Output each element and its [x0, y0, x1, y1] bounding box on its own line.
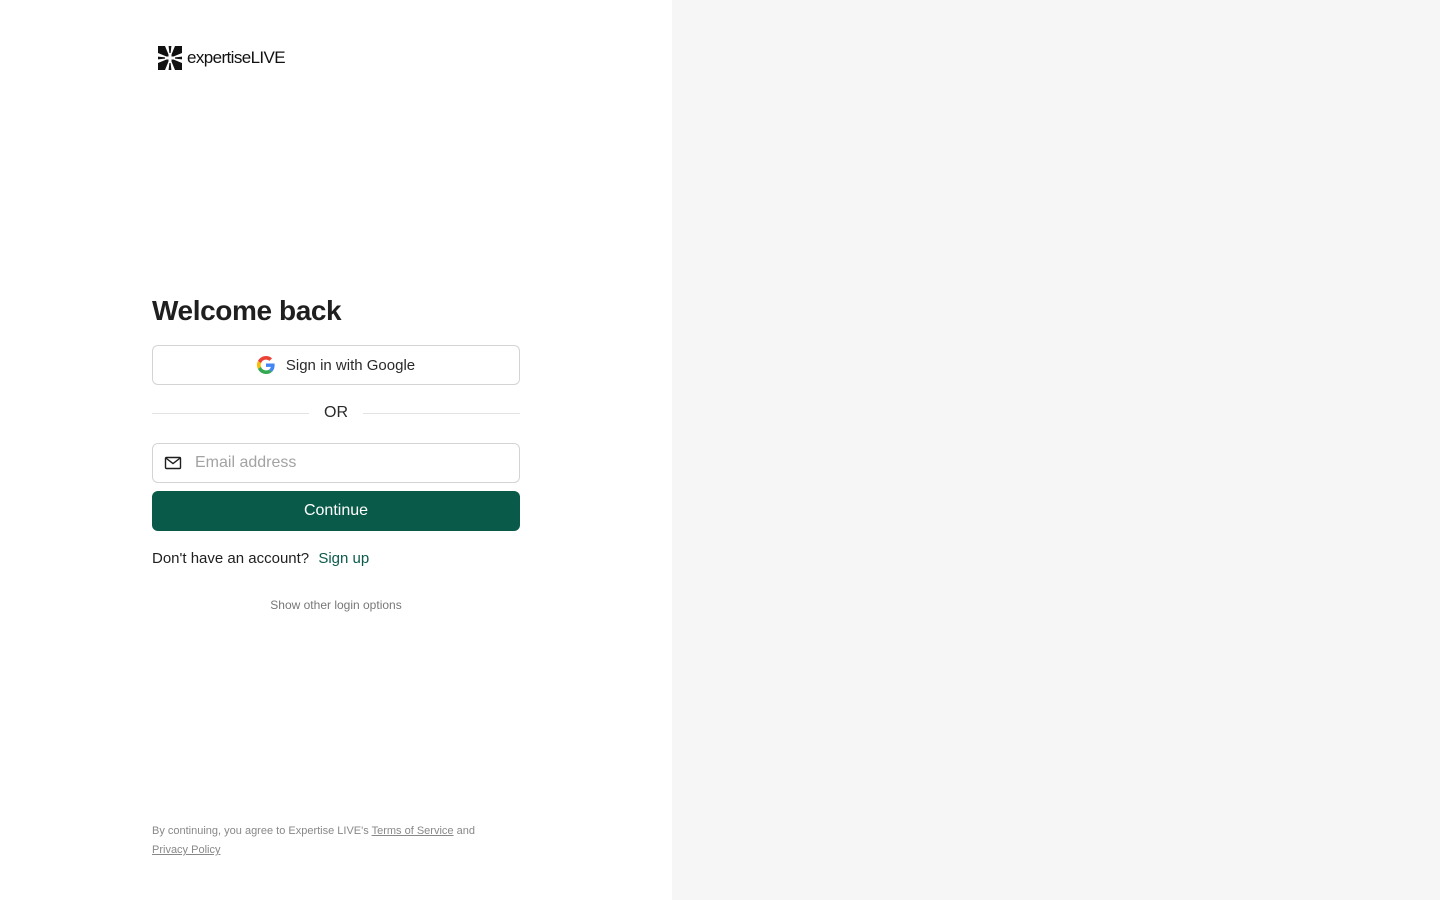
divider-text: OR	[324, 404, 348, 421]
page-title: Welcome back	[152, 295, 342, 326]
sign-up-link[interactable]: Sign up	[318, 550, 369, 567]
email-field[interactable]	[152, 443, 520, 483]
legal-notice: By continuing, you agree to Expertise LI…	[152, 822, 524, 860]
login-panel: expertiseLIVE Welcome back Sign in with …	[0, 0, 672, 900]
terms-of-service-link[interactable]: Terms of Service	[372, 825, 454, 837]
continue-button[interactable]: Continue	[152, 491, 520, 531]
legal-conjunction: and	[456, 825, 475, 837]
brand-name: expertiseLIVE	[187, 48, 286, 67]
divider-line-left	[152, 412, 309, 414]
right-panel-background	[672, 0, 1440, 900]
google-g-icon	[256, 356, 275, 374]
legal-prefix: By continuing, you agree to Expertise LI…	[152, 825, 369, 837]
signup-prompt: Don't have an account?	[152, 550, 310, 567]
brand-logo[interactable]: expertiseLIVE	[158, 45, 286, 71]
divider-line-right	[363, 412, 520, 414]
mail-icon	[164, 456, 182, 470]
email-input[interactable]	[193, 444, 519, 482]
google-sign-in-button[interactable]: Sign in with Google	[152, 345, 520, 385]
google-sign-in-label: Sign in with Google	[285, 356, 416, 374]
other-login-options-link[interactable]: Show other login options	[152, 598, 520, 612]
expertise-live-logo-icon	[158, 46, 182, 70]
signup-row: Don't have an account? Sign up	[152, 549, 520, 569]
login-form: Welcome back Sign in with Google OR Emai…	[152, 290, 520, 612]
or-divider: OR	[152, 394, 520, 432]
privacy-policy-link[interactable]: Privacy Policy	[152, 844, 220, 856]
login-page: expertiseLIVE Welcome back Sign in with …	[0, 0, 1440, 900]
